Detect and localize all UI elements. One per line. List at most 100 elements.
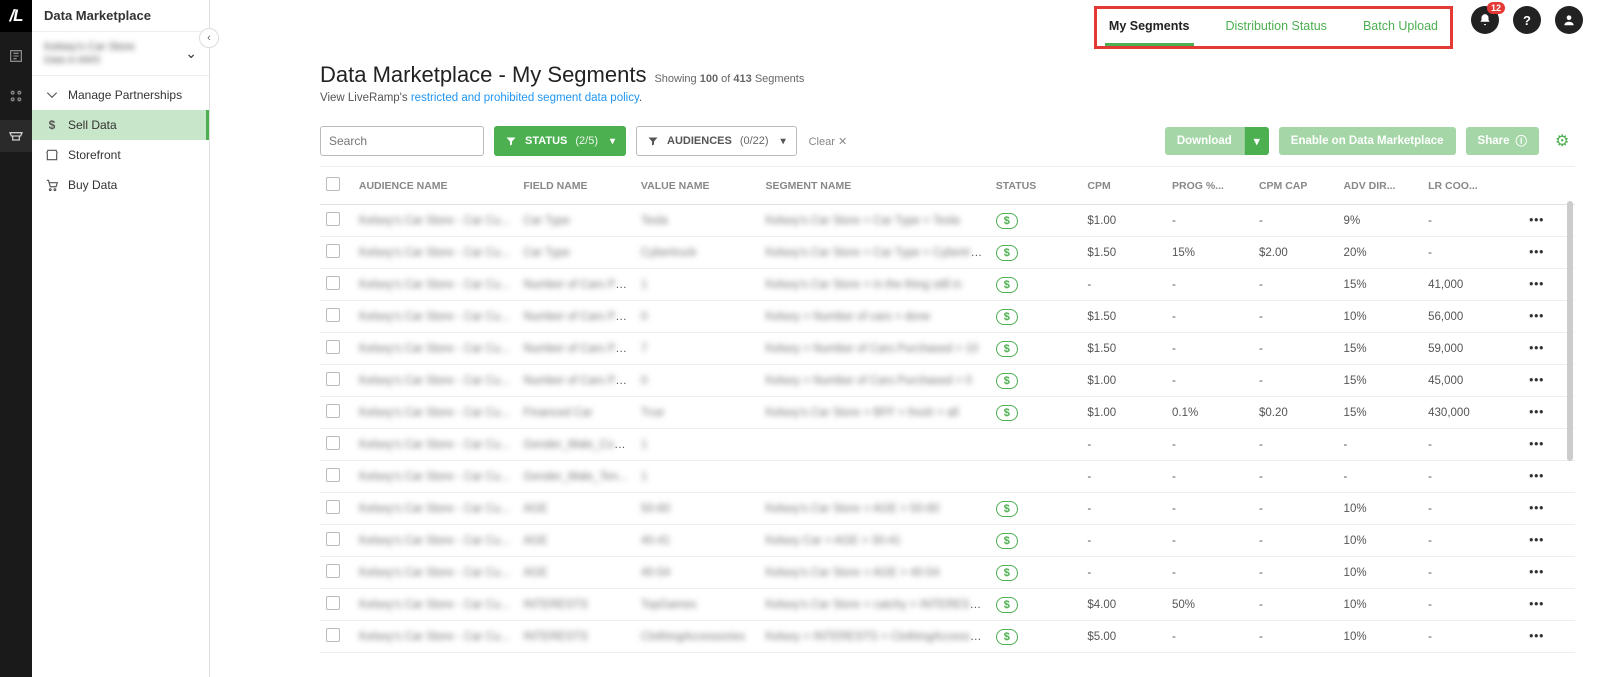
row-checkbox[interactable]: [326, 628, 340, 642]
row-checkbox[interactable]: [326, 244, 340, 258]
cell: Kelsey's Car Store - Car Cu...: [353, 333, 518, 365]
cell: [990, 461, 1082, 493]
cell: -: [1422, 589, 1523, 621]
cell: AGE: [517, 525, 635, 557]
row-actions-menu[interactable]: •••: [1529, 439, 1544, 451]
cell: 20%: [1338, 237, 1423, 269]
row-actions-menu[interactable]: •••: [1529, 503, 1544, 515]
tab-batch-upload[interactable]: Batch Upload: [1359, 13, 1442, 43]
app-rail: /L: [0, 0, 32, 677]
cell: Gender_Male_Ten...: [517, 461, 635, 493]
handshake-icon: [44, 87, 60, 103]
cell: Number of Cars Pu...: [517, 365, 635, 397]
cell: $: [990, 525, 1082, 557]
cell: -: [1166, 493, 1253, 525]
cell: -: [1081, 429, 1166, 461]
select-all-header[interactable]: [320, 167, 353, 205]
help-button[interactable]: ?: [1513, 6, 1541, 34]
sidebar-item-manage-partnerships[interactable]: Manage Partnerships: [32, 80, 209, 110]
row-checkbox[interactable]: [326, 212, 340, 226]
column-header: [1523, 167, 1575, 205]
status-filter-button[interactable]: STATUS (2/5) ▾: [494, 126, 626, 156]
row-actions-menu[interactable]: •••: [1529, 599, 1544, 611]
cell: -: [1253, 205, 1338, 237]
cell: $: [990, 493, 1082, 525]
row-checkbox[interactable]: [326, 308, 340, 322]
cell: -: [1253, 333, 1338, 365]
rail-icon-1[interactable]: [0, 40, 32, 72]
cell: ClothingAccessories: [635, 621, 760, 653]
row-checkbox[interactable]: [326, 532, 340, 546]
share-button[interactable]: Share ⓘ: [1466, 127, 1539, 155]
row-actions-menu[interactable]: •••: [1529, 215, 1544, 227]
scrollbar-thumb[interactable]: [1567, 201, 1573, 461]
row-actions-menu[interactable]: •••: [1529, 311, 1544, 323]
cell: •••: [1523, 589, 1575, 621]
table-row: Kelsey's Car Store - Car Cu...Gender_Mal…: [320, 461, 1575, 493]
row-checkbox[interactable]: [326, 340, 340, 354]
cell: 10%: [1338, 525, 1423, 557]
tab-distribution-status[interactable]: Distribution Status: [1222, 13, 1331, 43]
cell: [320, 205, 353, 237]
profile-button[interactable]: [1555, 6, 1583, 34]
row-actions-menu[interactable]: •••: [1529, 471, 1544, 483]
row-checkbox[interactable]: [326, 564, 340, 578]
checkbox[interactable]: [326, 177, 340, 191]
rail-icon-marketplace[interactable]: [0, 120, 32, 152]
cell: Kelsey's Car Store > AGE > 40-54: [759, 557, 989, 589]
cell: 56,000: [1422, 301, 1523, 333]
cell: 10%: [1338, 301, 1423, 333]
row-checkbox[interactable]: [326, 500, 340, 514]
cell: 9%: [1338, 205, 1423, 237]
clear-filters[interactable]: Clear ✕: [809, 135, 848, 148]
column-header: PROG %...: [1166, 167, 1253, 205]
cell: 40-54: [635, 557, 760, 589]
row-checkbox[interactable]: [326, 404, 340, 418]
cell: $2.00: [1253, 237, 1338, 269]
status-active-icon: $: [996, 373, 1018, 389]
status-active-icon: $: [996, 565, 1018, 581]
row-checkbox[interactable]: [326, 468, 340, 482]
row-checkbox[interactable]: [326, 372, 340, 386]
row-checkbox[interactable]: [326, 596, 340, 610]
settings-gear-icon[interactable]: ⚙: [1555, 131, 1575, 151]
column-header: CPM CAP: [1253, 167, 1338, 205]
search-input[interactable]: [320, 126, 484, 156]
row-actions-menu[interactable]: •••: [1529, 631, 1544, 643]
cell: Kelsey > Number of Cars Purchased > 10: [759, 333, 989, 365]
cell: -: [1166, 461, 1253, 493]
sidebar-item-storefront[interactable]: Storefront: [32, 140, 209, 170]
cell: 10%: [1338, 621, 1423, 653]
table-row: Kelsey's Car Store - Car Cu...Car TypeCy…: [320, 237, 1575, 269]
sidebar-item-sell-data[interactable]: $Sell Data: [32, 110, 209, 140]
enable-button[interactable]: Enable on Data Marketplace: [1279, 127, 1456, 155]
row-actions-menu[interactable]: •••: [1529, 247, 1544, 259]
rail-icon-2[interactable]: [0, 80, 32, 112]
cell: Kelsey's Car Store > in the thing still …: [759, 269, 989, 301]
notifications-button[interactable]: 12: [1471, 6, 1499, 34]
cell: $1.50: [1081, 301, 1166, 333]
caret-down-icon: ▾: [781, 136, 786, 147]
row-actions-menu[interactable]: •••: [1529, 407, 1544, 419]
dollar-icon: $: [44, 117, 60, 133]
row-checkbox[interactable]: [326, 436, 340, 450]
org-selector[interactable]: Kelsey's Car Store Data in AWS ⌄: [32, 32, 209, 76]
row-actions-menu[interactable]: •••: [1529, 535, 1544, 547]
row-actions-menu[interactable]: •••: [1529, 375, 1544, 387]
cell: INTERESTS: [517, 621, 635, 653]
download-caret-button[interactable]: ▾: [1244, 127, 1269, 155]
row-actions-menu[interactable]: •••: [1529, 343, 1544, 355]
row-actions-menu[interactable]: •••: [1529, 279, 1544, 291]
sidebar-item-buy-data[interactable]: Buy Data: [32, 170, 209, 200]
brand-logo[interactable]: /L: [0, 0, 32, 32]
row-actions-menu[interactable]: •••: [1529, 567, 1544, 579]
table-row: Kelsey's Car Store - Car Cu...AGE40-54Ke…: [320, 557, 1575, 589]
download-button[interactable]: Download: [1165, 127, 1244, 155]
cell: -: [1166, 333, 1253, 365]
row-checkbox[interactable]: [326, 276, 340, 290]
audiences-filter-button[interactable]: AUDIENCES (0/22) ▾: [636, 126, 797, 156]
cell: -: [1422, 621, 1523, 653]
policy-link[interactable]: restricted and prohibited segment data p…: [411, 92, 639, 104]
cell: [320, 269, 353, 301]
cell: $: [990, 621, 1082, 653]
